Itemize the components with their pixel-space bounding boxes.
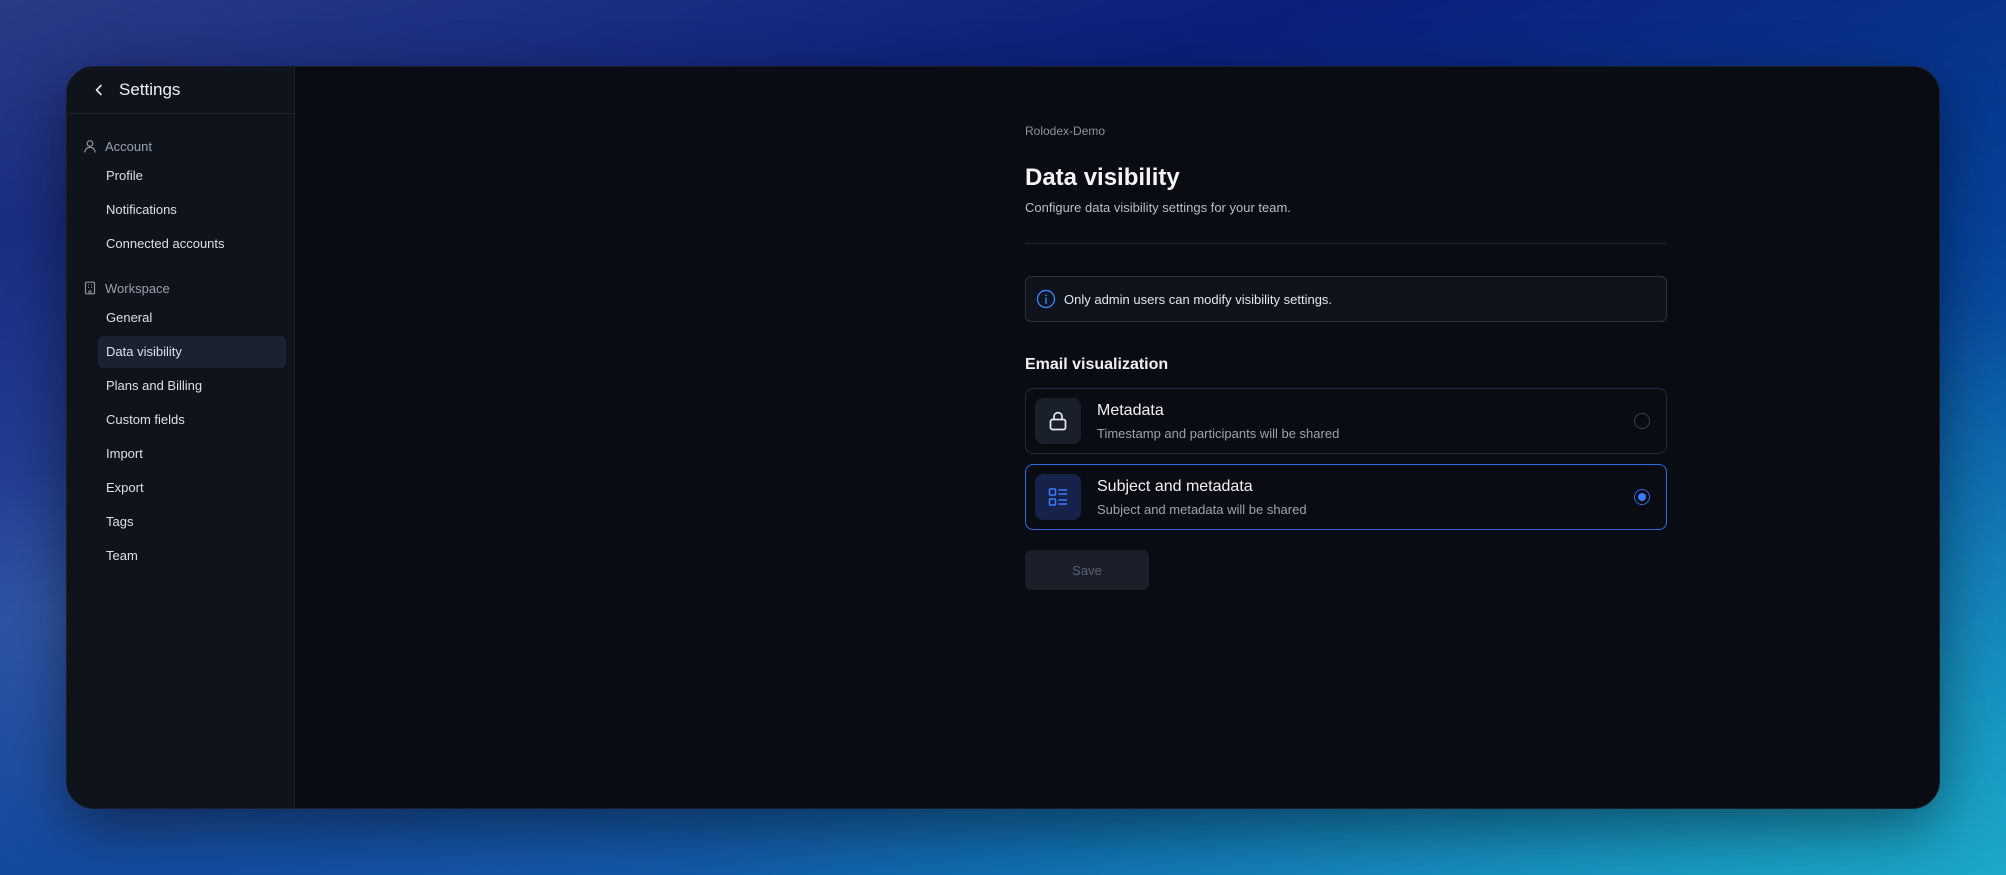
sidebar-item-notifications[interactable]: Notifications bbox=[98, 194, 286, 226]
sidebar-section-workspace: Workspace General Data visibility Plans … bbox=[67, 260, 294, 572]
option-description: Timestamp and participants will be share… bbox=[1097, 425, 1340, 441]
settings-content: Rolodex-Demo Data visibility Configure d… bbox=[1025, 124, 1667, 590]
info-icon bbox=[1036, 289, 1056, 309]
back-button[interactable] bbox=[89, 80, 109, 100]
sidebar-item-export[interactable]: Export bbox=[98, 472, 286, 504]
chevron-left-icon bbox=[95, 84, 102, 96]
sidebar-title: Settings bbox=[119, 80, 181, 99]
breadcrumb: Rolodex-Demo bbox=[1025, 124, 1106, 138]
user-icon bbox=[84, 140, 96, 153]
section-header-workspace: Workspace bbox=[67, 276, 294, 300]
save-button[interactable]: Save bbox=[1025, 550, 1149, 590]
option-description: Subject and metadata will be shared bbox=[1097, 501, 1307, 517]
sidebar-item-plans-and-billing[interactable]: Plans and Billing bbox=[98, 370, 286, 402]
main-panel: Rolodex-Demo Data visibility Configure d… bbox=[295, 67, 1939, 808]
option-icon-box bbox=[1035, 398, 1081, 444]
sidebar-item-import[interactable]: Import bbox=[98, 438, 286, 470]
radio-subject-and-metadata[interactable] bbox=[1634, 489, 1650, 505]
page-title: Data visibility bbox=[1025, 164, 1180, 191]
option-title: Subject and metadata bbox=[1097, 477, 1253, 495]
admin-notice: Only admin users can modify visibility s… bbox=[1025, 276, 1667, 322]
email-visualization-heading: Email visualization bbox=[1025, 356, 1169, 373]
option-metadata[interactable]: Metadata Timestamp and participants will… bbox=[1025, 388, 1667, 454]
sidebar: Settings Account Profile Notifications C… bbox=[67, 67, 295, 808]
sidebar-item-connected-accounts[interactable]: Connected accounts bbox=[98, 228, 286, 260]
sidebar-header: Settings bbox=[67, 67, 294, 114]
option-subject-and-metadata[interactable]: Subject and metadata Subject and metadat… bbox=[1025, 464, 1667, 530]
building-icon bbox=[84, 281, 96, 295]
lock-icon bbox=[1049, 411, 1067, 431]
option-title: Metadata bbox=[1097, 401, 1164, 419]
section-label-workspace: Workspace bbox=[105, 280, 170, 296]
list-icon bbox=[1048, 488, 1068, 506]
sidebar-item-custom-fields[interactable]: Custom fields bbox=[98, 404, 286, 436]
radio-metadata[interactable] bbox=[1634, 413, 1650, 429]
settings-window: Settings Account Profile Notifications C… bbox=[66, 66, 1940, 809]
option-text: Subject and metadata Subject and metadat… bbox=[1097, 478, 1307, 517]
sidebar-item-tags[interactable]: Tags bbox=[98, 506, 286, 538]
section-label-account: Account bbox=[105, 138, 152, 154]
sidebar-item-data-visibility[interactable]: Data visibility bbox=[98, 336, 286, 368]
sidebar-item-profile[interactable]: Profile bbox=[98, 160, 286, 192]
sidebar-item-team[interactable]: Team bbox=[98, 540, 286, 572]
option-text: Metadata Timestamp and participants will… bbox=[1097, 402, 1339, 441]
divider bbox=[1025, 243, 1667, 244]
notice-text: Only admin users can modify visibility s… bbox=[1064, 291, 1333, 307]
option-icon-box bbox=[1035, 474, 1081, 520]
sidebar-section-account: Account Profile Notifications Connected … bbox=[67, 114, 294, 260]
sidebar-item-general[interactable]: General bbox=[98, 302, 286, 334]
section-header-account: Account bbox=[67, 134, 294, 158]
page-subtitle: Configure data visibility settings for y… bbox=[1025, 200, 1291, 215]
